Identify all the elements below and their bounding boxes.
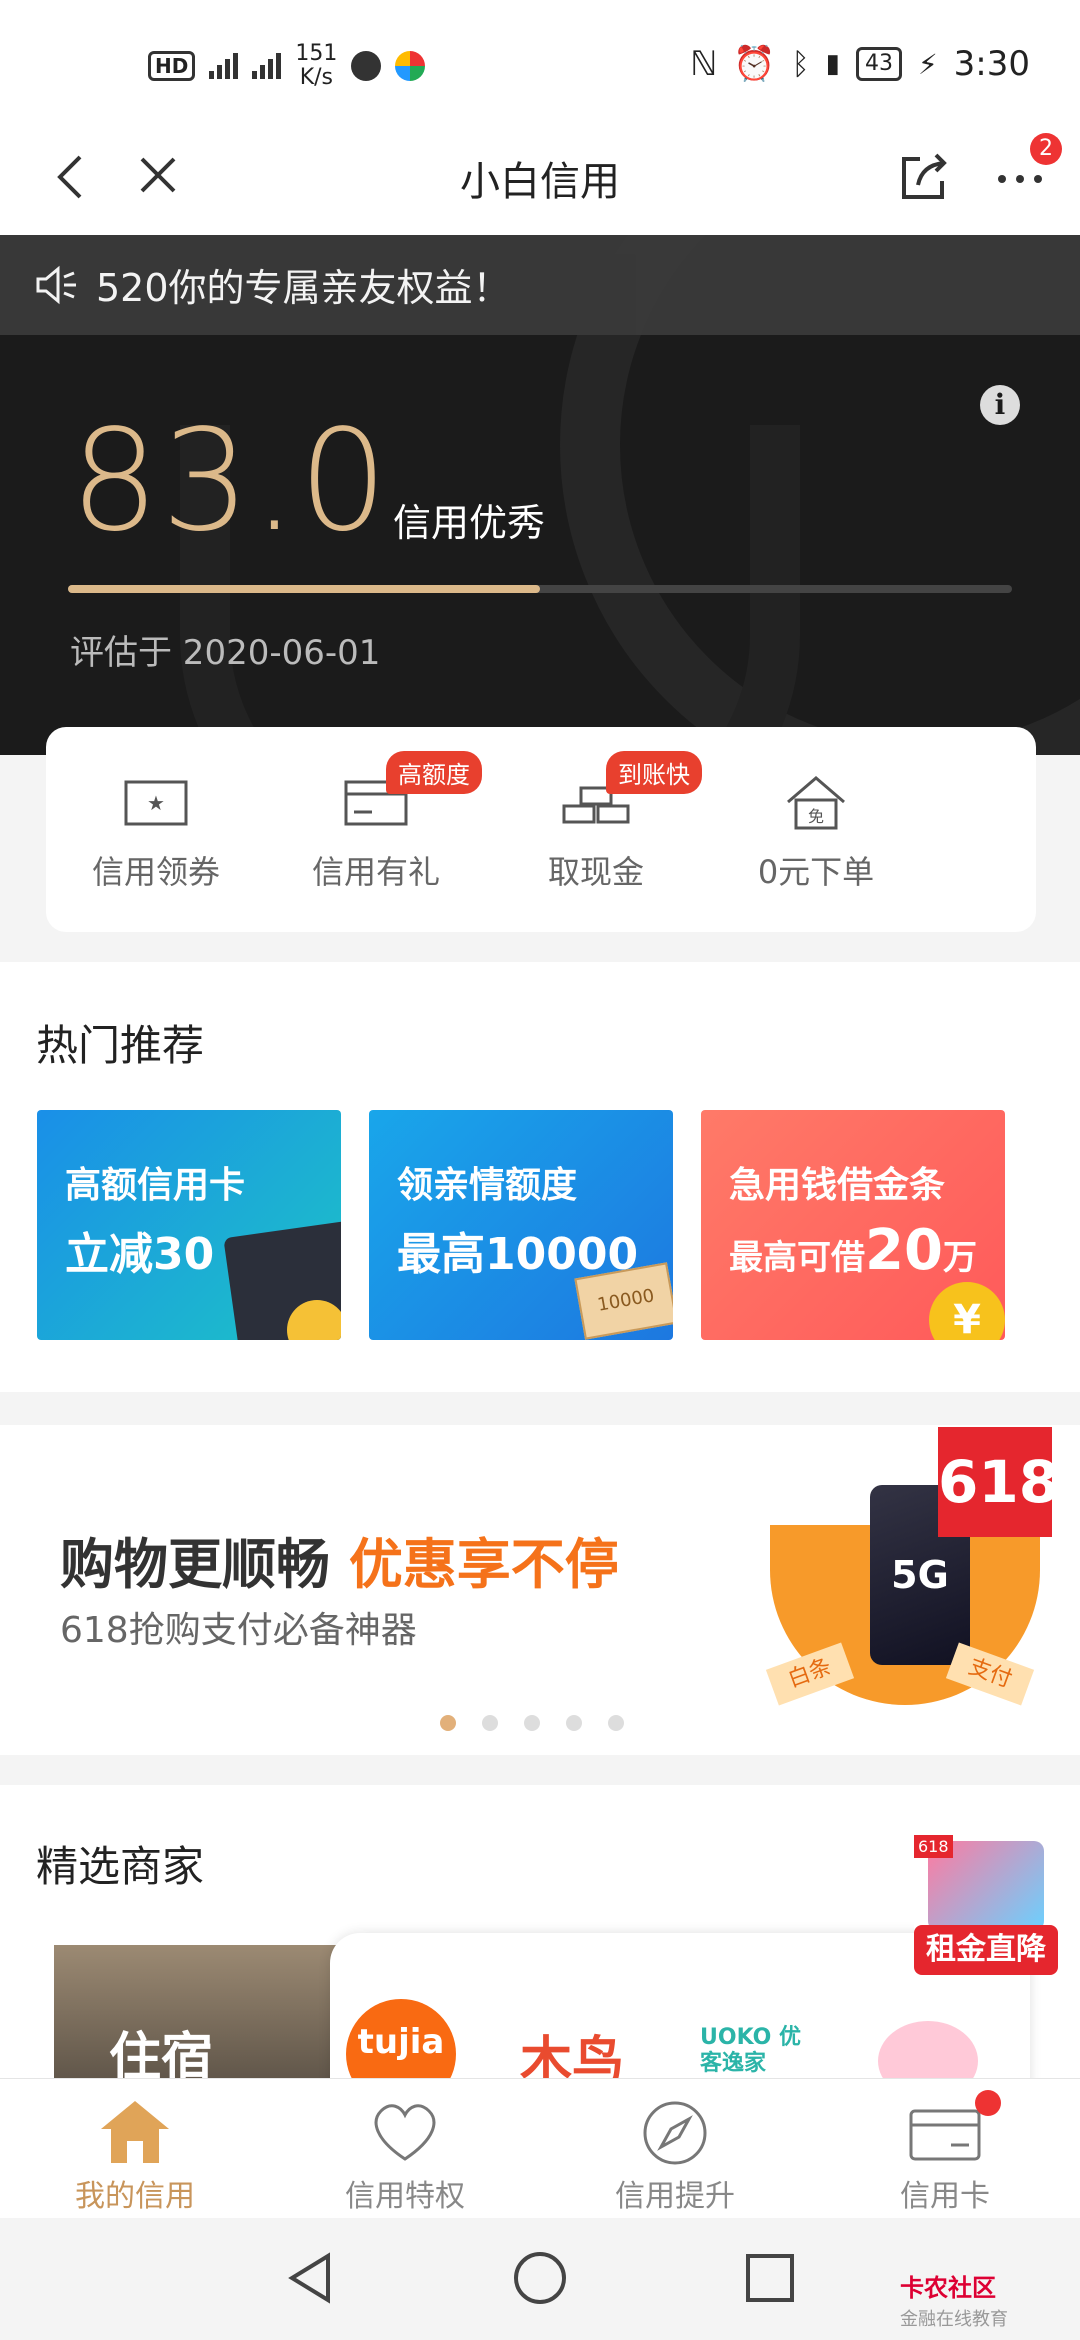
carousel-dot[interactable] (566, 1715, 582, 1731)
promo-family-quota[interactable]: 领亲情额度 最高10000 10000 (369, 1110, 673, 1340)
credit-hero: 520你的专属亲友权益！ i 83.0 信用优秀 评估于 2020-06-01 (0, 235, 1080, 755)
nav-bar: 小白信用 2 (0, 125, 1080, 235)
system-nav-bar: 卡农社区 金融在线教育 (0, 2218, 1080, 2340)
promo-line2: 最高10000 (397, 1229, 639, 1280)
carousel-dot[interactable] (524, 1715, 540, 1731)
clock: 3:30 (953, 44, 1030, 84)
section-title: 热门推荐 (36, 1021, 205, 1070)
tab-label: 我的信用 (75, 2179, 195, 2214)
alarm-icon: ⏰ (733, 44, 776, 84)
status-right: ℕ ⏰ ᛒ ▮ 43 ⚡ 3:30 (690, 44, 1030, 84)
carousel-dot[interactable] (440, 1715, 456, 1731)
rent-badge-corner: 618 (914, 1835, 953, 1858)
action-label: 信用领券 (91, 853, 220, 891)
promo-line1: 领亲情额度 (397, 1165, 578, 1206)
action-tag: 到账快 (606, 751, 702, 794)
bluetooth-icon: ᛒ (791, 46, 810, 82)
watermark: 卡农社区 金融在线教育 (900, 2274, 1008, 2330)
action-label: 0元下单 (757, 853, 875, 891)
notice-bar[interactable]: 520你的专属亲友权益！ (0, 235, 1080, 335)
promo-line1: 高额信用卡 (65, 1165, 246, 1206)
tab-credit-card[interactable]: 信用卡 (810, 2079, 1080, 2219)
carousel-dot[interactable] (608, 1715, 624, 1731)
tab-my-credit[interactable]: 我的信用 (0, 2079, 270, 2219)
promo-credit-card[interactable]: 高额信用卡 立减30 (37, 1110, 341, 1340)
tab-privileges[interactable]: 信用特权 (270, 2079, 540, 2219)
signal-icon (209, 53, 239, 79)
net-speed: 151 K/s (295, 41, 338, 90)
promo-cash-loan[interactable]: 急用钱借金条 最高可借20万 ¥ (701, 1110, 1005, 1340)
rent-badge-label: 租金直降 (914, 1925, 1058, 1975)
house-icon: 免 (787, 776, 845, 830)
featured-merchants: 精选商家 住宿 tujia 木鸟 UOKO 优客逸家 618 租金直降 (0, 1785, 1080, 2109)
hot-recommendations: 热门推荐 高额信用卡 立减30 领亲情额度 最高10000 10000 急用钱借… (0, 962, 1080, 1392)
vibrate-icon: ▮ (825, 49, 840, 79)
status-left: HD 151 K/s (148, 41, 426, 90)
notification-badge: 2 (1030, 133, 1062, 165)
nfc-icon: ℕ (690, 44, 718, 84)
quick-actions-card: ★ 信用领券 高额度 信用有礼 到账快 取现金 免 0元下单 (46, 727, 1036, 932)
action-free-order[interactable]: 免 0元下单 (706, 727, 926, 932)
assessment-date: 评估于 2020-06-01 (70, 633, 381, 673)
tab-label: 信用提升 (615, 2179, 735, 2214)
system-back-icon[interactable] (280, 2248, 340, 2308)
banner-headline: 购物更顺畅 优惠享不停 (60, 1533, 619, 1596)
lodging-photo[interactable]: 住宿 (54, 1945, 354, 2088)
system-recents-icon[interactable] (740, 2248, 800, 2308)
score-progress-fill (68, 585, 540, 593)
svg-text:免: 免 (808, 807, 824, 826)
bottom-tab-bar: 我的信用 信用特权 信用提升 信用卡 (0, 2078, 1080, 2219)
speaker-icon (36, 265, 76, 305)
hd-icon: HD (148, 51, 196, 81)
action-coupon[interactable]: ★ 信用领券 (46, 727, 266, 932)
tab-label: 信用特权 (345, 2179, 465, 2214)
info-icon[interactable]: i (980, 385, 1020, 425)
rent-promo-badge[interactable]: 618 租金直降 (914, 1835, 1058, 1975)
status-bar: HD 151 K/s ℕ ⏰ ᛒ ▮ 43 ⚡ 3:30 (0, 0, 1080, 125)
banner-subtitle: 618抢购支付必备神器 (60, 1610, 417, 1651)
merchant-uoko[interactable]: UOKO 优客逸家 (700, 2025, 810, 2077)
promo-line2: 最高可借20万 (729, 1218, 977, 1283)
coupon-icon: ★ (124, 780, 188, 826)
badge-618: 618 (938, 1427, 1059, 1537)
notification-dot (975, 2090, 1001, 2116)
yuan-coin-icon: ¥ (929, 1282, 1005, 1340)
action-tag: 高额度 (386, 751, 482, 794)
credit-score: 83.0 (70, 400, 390, 563)
home-icon (101, 2101, 169, 2163)
section-title: 精选商家 (36, 1842, 205, 1891)
signal-icon (252, 53, 282, 79)
charging-icon: ⚡ (917, 47, 938, 81)
card-icon (909, 2109, 981, 2161)
compass-icon (643, 2101, 707, 2165)
share-button[interactable] (894, 145, 954, 205)
action-gift[interactable]: 高额度 信用有礼 (266, 727, 486, 932)
share-icon (902, 153, 947, 199)
credit-level: 信用优秀 (393, 501, 546, 545)
score-progress-bar (68, 585, 1012, 593)
app-notification-icon (351, 51, 382, 81)
action-label: 取现金 (547, 853, 644, 891)
heart-icon (374, 2104, 436, 2161)
action-label: 信用有礼 (311, 853, 440, 891)
tab-improve[interactable]: 信用提升 (540, 2079, 810, 2219)
svg-text:★: ★ (147, 791, 165, 815)
system-home-icon[interactable] (510, 2248, 570, 2308)
tab-label: 信用卡 (900, 2179, 990, 2214)
promo-line2: 立减30 (65, 1229, 215, 1280)
promo-banner[interactable]: 购物更顺畅 优惠享不停 618抢购支付必备神器 5G 白条 支付 618 (0, 1425, 1080, 1755)
battery-indicator: 43 (855, 47, 902, 81)
carousel-dots (440, 1715, 624, 1731)
promo-line1: 急用钱借金条 (729, 1165, 946, 1206)
notice-text: 520你的专属亲友权益！ (96, 266, 511, 310)
action-cash[interactable]: 到账快 取现金 (486, 727, 706, 932)
carousel-dot[interactable] (482, 1715, 498, 1731)
app-notification-icon (395, 51, 426, 81)
